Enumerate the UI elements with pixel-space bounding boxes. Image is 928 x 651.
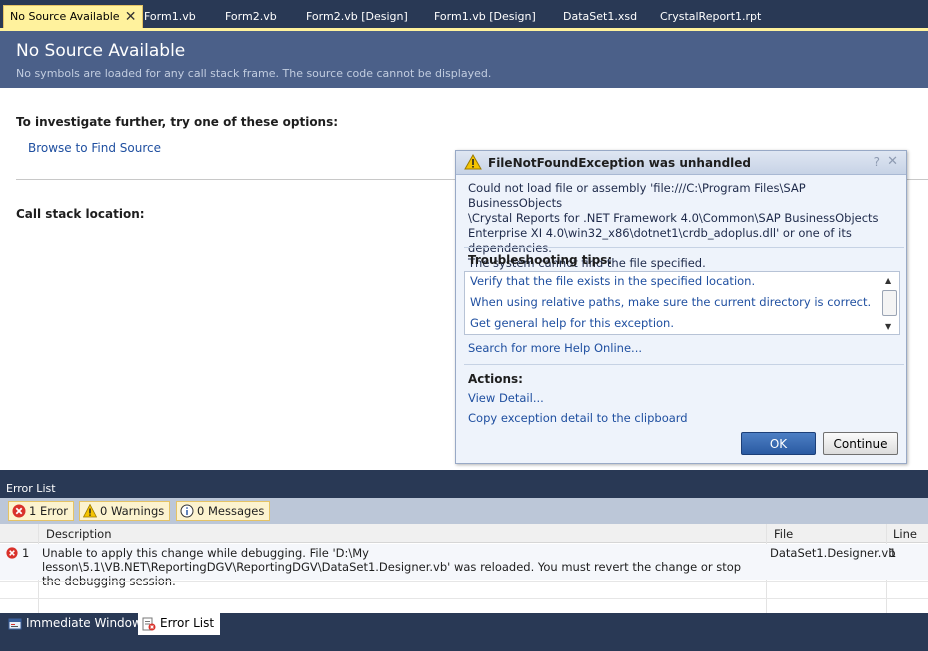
view-detail-link[interactable]: View Detail...	[468, 391, 544, 405]
error-list-icon	[142, 617, 156, 631]
error-list-toolbar: 1 Error 0 Warnings 0 Messages	[0, 498, 928, 524]
warning-icon	[464, 154, 482, 170]
divider	[464, 364, 904, 365]
dialog-title-bar: FileNotFoundException was unhandled ? ✕	[456, 151, 906, 175]
actions-label: Actions:	[468, 372, 523, 386]
tab-crystalreport1-rpt[interactable]: CrystalReport1.rpt	[654, 6, 761, 28]
message-line: Enterprise XI 4.0\win32_x86\dotnet1\crdb…	[468, 226, 852, 255]
tab-label: Error List	[160, 616, 215, 630]
tab-form1-vb[interactable]: Form1.vb	[138, 6, 196, 28]
scroll-thumb[interactable]	[882, 290, 897, 316]
tab-label: No Source Available	[10, 10, 120, 23]
table-row[interactable]: 1 Unable to apply this change while debu…	[0, 544, 928, 588]
close-icon[interactable]: ✕	[125, 6, 137, 28]
warnings-filter-label: 0 Warnings	[100, 504, 165, 518]
warnings-filter-button[interactable]: 0 Warnings	[79, 501, 171, 521]
warning-icon	[83, 504, 97, 518]
divider	[464, 247, 904, 248]
message-line: Could not load file or assembly 'file://…	[468, 181, 806, 210]
error-icon	[12, 504, 26, 518]
row-divider	[0, 581, 928, 582]
ok-button[interactable]: OK	[741, 432, 816, 455]
tab-label: Form1.vb [Design]	[434, 10, 536, 23]
error-list-header-row: Description File Line	[0, 524, 928, 543]
tab-form2-vb[interactable]: Form2.vb	[219, 6, 277, 28]
call-stack-location-label: Call stack location:	[16, 207, 145, 221]
document-tab-bar: No Source Available ✕ Form1.vb Form2.vb …	[0, 0, 928, 28]
error-icon	[6, 547, 18, 559]
row-divider	[0, 598, 928, 599]
search-help-online-link[interactable]: Search for more Help Online...	[468, 341, 642, 355]
page-title: No Source Available	[16, 41, 186, 61]
tab-immediate-window[interactable]: Immediate Window	[4, 613, 148, 635]
error-list-title: Error List	[0, 479, 928, 498]
tip-link[interactable]: When using relative paths, make sure the…	[470, 295, 871, 309]
column-header-file[interactable]: File	[774, 527, 793, 541]
error-line: 1	[889, 546, 897, 560]
scroll-up-arrow-icon[interactable]: ▲	[885, 276, 891, 285]
info-icon	[180, 504, 194, 518]
column-header-description[interactable]: Description	[46, 527, 112, 541]
errors-filter-label: 1 Error	[29, 504, 69, 518]
tab-label: CrystalReport1.rpt	[660, 10, 762, 23]
copy-exception-detail-link[interactable]: Copy exception detail to the clipboard	[468, 411, 688, 425]
page-subtitle: No symbols are loaded for any call stack…	[16, 67, 492, 80]
column-header-line[interactable]: Line	[893, 527, 917, 541]
errors-filter-button[interactable]: 1 Error	[8, 501, 75, 521]
error-file: DataSet1.Designer.vb	[770, 546, 896, 560]
tab-form2-design[interactable]: Form2.vb [Design]	[300, 6, 408, 28]
continue-button[interactable]: Continue	[823, 432, 898, 455]
close-icon[interactable]: ✕	[887, 154, 898, 169]
tab-label: DataSet1.xsd	[563, 10, 638, 23]
tab-dataset1-xsd[interactable]: DataSet1.xsd	[557, 6, 637, 28]
tip-link[interactable]: Get general help for this exception.	[470, 316, 674, 330]
exception-assistant-dialog: FileNotFoundException was unhandled ? ✕ …	[455, 150, 907, 464]
page-header: No Source Available No symbols are loade…	[0, 31, 928, 88]
messages-filter-label: 0 Messages	[197, 504, 265, 518]
error-number: 1	[22, 546, 30, 560]
immediate-window-icon	[8, 618, 22, 630]
error-list-grid: Description File Line 1 Unable to apply …	[0, 524, 928, 613]
tool-window-tab-bar: Immediate Window Error List	[0, 613, 928, 651]
troubleshooting-tips-label: Troubleshooting tips:	[468, 253, 613, 267]
tab-label: Form2.vb	[225, 10, 277, 23]
dialog-title: FileNotFoundException was unhandled	[488, 156, 752, 170]
message-line: \Crystal Reports for .NET Framework 4.0\…	[468, 211, 879, 225]
scroll-down-arrow-icon[interactable]: ▼	[885, 322, 891, 331]
tab-error-list[interactable]: Error List	[138, 613, 221, 635]
tab-label: Immediate Window	[26, 616, 142, 630]
tab-form1-design[interactable]: Form1.vb [Design]	[428, 6, 536, 28]
tips-scrollbar[interactable]: ▲ ▼	[881, 272, 899, 334]
troubleshooting-tips-list: Verify that the file exists in the speci…	[464, 271, 900, 335]
help-icon[interactable]: ?	[874, 155, 880, 169]
investigate-heading: To investigate further, try one of these…	[16, 115, 339, 129]
browse-to-find-source-link[interactable]: Browse to Find Source	[28, 141, 161, 155]
tab-no-source-available[interactable]: No Source Available ✕	[3, 5, 143, 28]
tip-link[interactable]: Verify that the file exists in the speci…	[470, 274, 755, 288]
tab-label: Form1.vb	[144, 10, 196, 23]
messages-filter-button[interactable]: 0 Messages	[176, 501, 271, 521]
tab-label: Form2.vb [Design]	[306, 10, 408, 23]
